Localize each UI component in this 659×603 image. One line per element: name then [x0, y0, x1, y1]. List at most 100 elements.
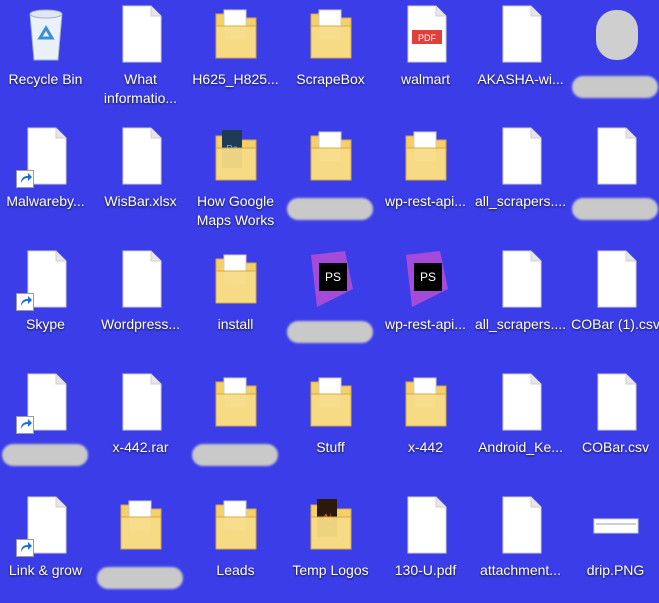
- file-icon: [117, 126, 165, 186]
- icon-label: Link & grow: [8, 562, 83, 578]
- file-icon: [497, 4, 545, 64]
- redacted-label: [2, 444, 88, 466]
- desktop-icon[interactable]: x-442: [378, 368, 473, 480]
- desktop-icon[interactable]: x-442.rar: [93, 368, 188, 480]
- desktop-icon[interactable]: Ps How Google Maps Works: [188, 122, 283, 234]
- file-shortcut-icon: [15, 249, 70, 311]
- desktop-icon[interactable]: H625_H825...: [188, 0, 283, 112]
- desktop-icon[interactable]: [0, 368, 93, 480]
- recycle-bin-icon: [22, 4, 70, 64]
- folder-icon: [307, 4, 355, 64]
- redacted-label: [572, 76, 658, 98]
- desktop-icon[interactable]: PS wp-rest-api...: [378, 245, 473, 357]
- folder-icon: [212, 249, 260, 309]
- icon-label: x-442: [407, 439, 444, 455]
- desktop-icon[interactable]: PS: [283, 245, 378, 357]
- icon-label: WisBar.xlsx: [104, 193, 177, 209]
- icon-label: COBar (1).csv: [571, 316, 659, 332]
- phpstorm-icon: PS: [402, 249, 450, 309]
- folder-icon: [402, 372, 450, 432]
- redacted-label: [192, 444, 278, 466]
- desktop-icon[interactable]: ScrapeBox: [283, 0, 378, 112]
- desktop-icon[interactable]: Recycle Bin: [0, 0, 93, 112]
- icon-label: Skype: [26, 316, 65, 332]
- phpstorm-icon: PS: [307, 249, 355, 309]
- desktop-icon[interactable]: attachment...: [473, 491, 568, 603]
- desktop-icon[interactable]: [283, 122, 378, 234]
- folder-icon: [212, 372, 260, 432]
- shortcut-arrow-icon: [15, 416, 34, 434]
- file-icon: [497, 495, 545, 555]
- desktop-icon[interactable]: AKASHA-wi...: [473, 0, 568, 112]
- redacted-label: [97, 567, 183, 589]
- icon-label: all_scrapers....: [474, 316, 567, 332]
- desktop-icon[interactable]: drip.PNG: [568, 491, 659, 603]
- folder-icon: [212, 4, 260, 64]
- pdf-icon: PDF: [402, 4, 450, 64]
- desktop-icon[interactable]: Stuff: [283, 368, 378, 480]
- svg-text:PS: PS: [419, 270, 435, 284]
- desktop-icon[interactable]: Skype: [0, 245, 93, 357]
- folder-icon: [402, 126, 450, 186]
- icon-label: all_scrapers....: [474, 193, 567, 209]
- desktop-icon[interactable]: WisBar.xlsx: [93, 122, 188, 234]
- desktop-icon[interactable]: [568, 0, 659, 112]
- desktop-icon[interactable]: [188, 368, 283, 480]
- desktop-icon[interactable]: Leads: [188, 491, 283, 603]
- icon-label: 130-U.pdf: [394, 562, 457, 578]
- icon-label: wp-rest-api...: [385, 193, 466, 209]
- file-icon: [402, 495, 450, 555]
- file-icon: [592, 126, 640, 186]
- desktop-icon[interactable]: all_scrapers....: [473, 245, 568, 357]
- icon-label: AKASHA-wi...: [477, 71, 564, 87]
- redacted-label: [572, 198, 658, 220]
- desktop-icon[interactable]: Malwareby...: [0, 122, 93, 234]
- icon-label: What informatio...: [103, 71, 178, 106]
- desktop-icon[interactable]: wp-rest-api...: [378, 122, 473, 234]
- desktop-icon[interactable]: Wordpress...: [93, 245, 188, 357]
- redacted-label: [287, 321, 373, 343]
- desktop-icon[interactable]: PDF walmart: [378, 0, 473, 112]
- desktop-icon[interactable]: install: [188, 245, 283, 357]
- icon-label: COBar.csv: [582, 439, 649, 455]
- desktop-icon[interactable]: What informatio...: [93, 0, 188, 112]
- file-icon: [497, 249, 545, 309]
- desktop-icon[interactable]: [93, 491, 188, 603]
- file-icon: [117, 249, 165, 309]
- image-icon: [592, 495, 640, 555]
- desktop-icon[interactable]: [568, 122, 659, 234]
- file-icon: [497, 372, 545, 432]
- svg-text:PS: PS: [324, 270, 340, 284]
- icon-label: walmart: [400, 71, 450, 87]
- file-shortcut-icon: [15, 372, 70, 434]
- file-shortcut-icon: [15, 495, 70, 557]
- shortcut-arrow-icon: [15, 170, 34, 188]
- desktop-icon[interactable]: Android_Ke...: [473, 368, 568, 480]
- illustrator-folder-icon: Ai: [307, 495, 355, 555]
- icon-label: wp-rest-api...: [385, 316, 466, 332]
- photoshop-folder-icon: Ps: [212, 126, 260, 186]
- desktop-icon[interactable]: Link & grow: [0, 491, 93, 603]
- icon-label: attachment...: [480, 562, 561, 578]
- file-shortcut-icon: [15, 126, 70, 188]
- icon-label: ScrapeBox: [296, 71, 365, 87]
- shortcut-arrow-icon: [15, 539, 34, 557]
- desktop-icon[interactable]: 130-U.pdf: [378, 491, 473, 603]
- desktop-icon[interactable]: all_scrapers....: [473, 122, 568, 234]
- icon-label: Malwareby...: [6, 193, 85, 209]
- desktop-icon[interactable]: COBar.csv: [568, 368, 659, 480]
- file-icon: [497, 126, 545, 186]
- folder-icon: [212, 495, 260, 555]
- icon-label: Stuff: [316, 439, 345, 455]
- file-icon: [117, 372, 165, 432]
- folder-icon: [117, 495, 165, 555]
- icon-label: H625_H825...: [192, 71, 279, 87]
- redacted-label: [287, 198, 373, 220]
- shortcut-arrow-icon: [15, 293, 34, 311]
- folder-icon: [307, 372, 355, 432]
- desktop-icon[interactable]: Ai Temp Logos: [283, 491, 378, 603]
- folder-icon: [307, 126, 355, 186]
- file-icon: [592, 372, 640, 432]
- file-icon: [592, 249, 640, 309]
- desktop-icon[interactable]: COBar (1).csv: [568, 245, 659, 357]
